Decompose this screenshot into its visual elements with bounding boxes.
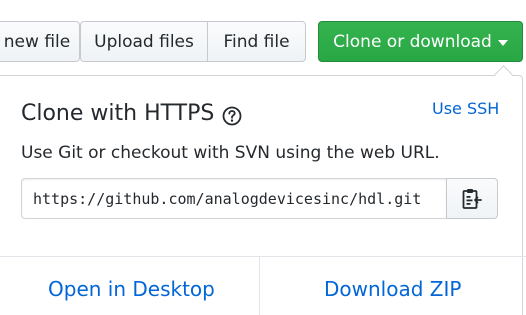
clone-or-download-button[interactable]: Clone or download — [318, 21, 523, 62]
question-circle-icon[interactable] — [222, 106, 242, 126]
footer-column-divider — [259, 257, 260, 315]
clone-panel-description: Use Git or checkout with SVN using the w… — [21, 143, 440, 163]
caret-down-icon — [497, 39, 508, 46]
download-zip-link[interactable]: Download ZIP — [324, 277, 461, 301]
repo-actions: new file Upload files Find file Clone or… — [0, 0, 526, 315]
clipboard-icon — [462, 188, 482, 209]
find-file-button[interactable]: Find file — [207, 21, 306, 62]
clone-url-input[interactable] — [21, 178, 447, 219]
clone-panel-title: Clone with HTTPS — [21, 101, 215, 126]
create-new-file-button[interactable]: new file — [0, 21, 80, 62]
upload-files-button[interactable]: Upload files — [80, 21, 208, 62]
clone-or-download-label: Clone or download — [333, 31, 492, 52]
create-new-file-label: new file — [3, 31, 71, 52]
panel-footer-divider — [0, 256, 526, 257]
find-file-label: Find file — [223, 31, 290, 52]
copy-url-button[interactable] — [446, 178, 498, 219]
upload-files-label: Upload files — [94, 31, 194, 52]
use-ssh-link[interactable]: Use SSH — [432, 99, 499, 118]
open-in-desktop-link[interactable]: Open in Desktop — [48, 277, 215, 301]
